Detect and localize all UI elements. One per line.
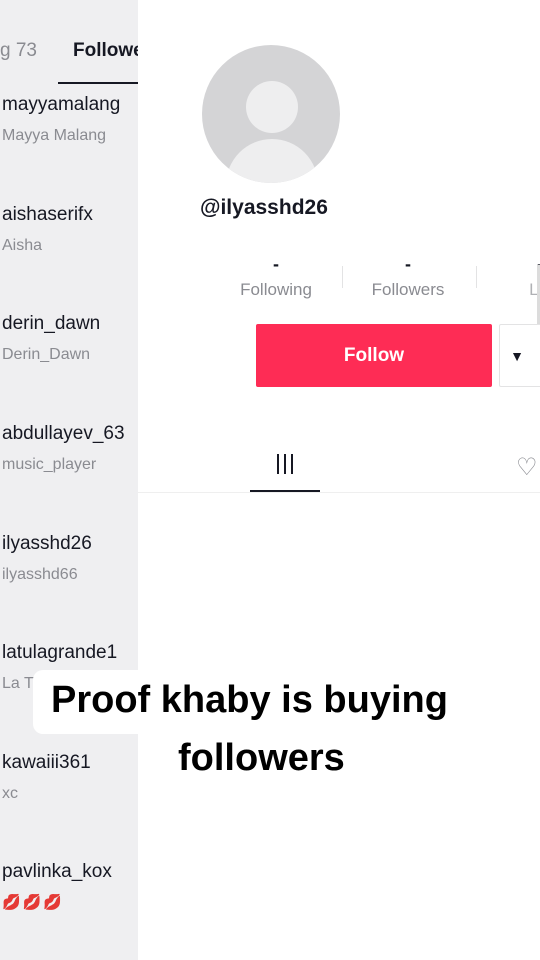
list-item[interactable]: ilyasshd26 ilyasshd66 [2, 533, 138, 585]
avatar-placeholder-body [226, 139, 318, 183]
list-tabs: g 73 Followe [0, 0, 138, 86]
more-options-button[interactable]: ▼ [499, 324, 540, 387]
display-name: music_player [2, 456, 97, 473]
list-item[interactable]: derin_dawn Derin_Dawn [2, 313, 138, 365]
display-name: Aisha [2, 237, 43, 254]
videos-grid-icon [275, 454, 296, 474]
profile-handle: @ilyasshd26 [200, 196, 328, 219]
tab-following[interactable]: g 73 [0, 40, 37, 62]
display-name: Mayya Malang [2, 127, 107, 144]
display-name: xc [2, 785, 18, 802]
display-name: ilyasshd66 [2, 566, 78, 583]
caption-line-1: Proof khaby is buying [33, 670, 466, 734]
username: mayyamalang [2, 94, 121, 115]
heart-outline-icon[interactable]: ♡ [516, 453, 538, 482]
stat-divider [476, 266, 477, 288]
display-name: Derin_Dawn [2, 346, 91, 363]
followers-list-panel: g 73 Followe mayyamalang Mayya Malang ai… [0, 0, 138, 960]
stat-value: - [405, 254, 411, 274]
follow-button[interactable]: Follow [256, 324, 492, 387]
avatar-placeholder-head [246, 81, 298, 133]
list-item[interactable]: aishaserifx Aisha [2, 204, 138, 256]
username: pavlinka_kox [2, 861, 112, 882]
profile-sheet [138, 0, 540, 960]
stat-label: Followers [371, 280, 445, 299]
tab-videos[interactable] [250, 446, 320, 492]
stat-label: Following [240, 280, 312, 299]
stat-divider [342, 266, 343, 288]
tab-bar-divider [138, 492, 540, 493]
list-item[interactable]: mayyamalang Mayya Malang [2, 94, 138, 146]
tab-followers[interactable]: Followe [73, 40, 138, 62]
list-item[interactable]: abdullayev_63 music_player [2, 423, 138, 475]
username: kawaiii361 [2, 752, 91, 773]
list-item[interactable]: kawaiii361 xc [2, 752, 138, 804]
stat-value: - [273, 254, 279, 274]
stat-following[interactable]: - Following [232, 254, 320, 300]
stat-followers[interactable]: - Followers [364, 254, 452, 300]
caret-down-icon: ▼ [510, 347, 524, 364]
active-tab-indicator [58, 82, 138, 84]
username: abdullayev_63 [2, 423, 125, 444]
username: derin_dawn [2, 313, 101, 334]
username: latulagrande1 [2, 642, 118, 663]
profile-avatar[interactable] [202, 45, 340, 183]
display-name: 💋💋💋 [2, 894, 65, 911]
username: ilyasshd26 [2, 533, 92, 554]
list-item[interactable]: pavlinka_kox 💋💋💋 [2, 861, 138, 913]
caption-line-2: followers [160, 730, 363, 792]
username: aishaserifx [2, 204, 93, 225]
